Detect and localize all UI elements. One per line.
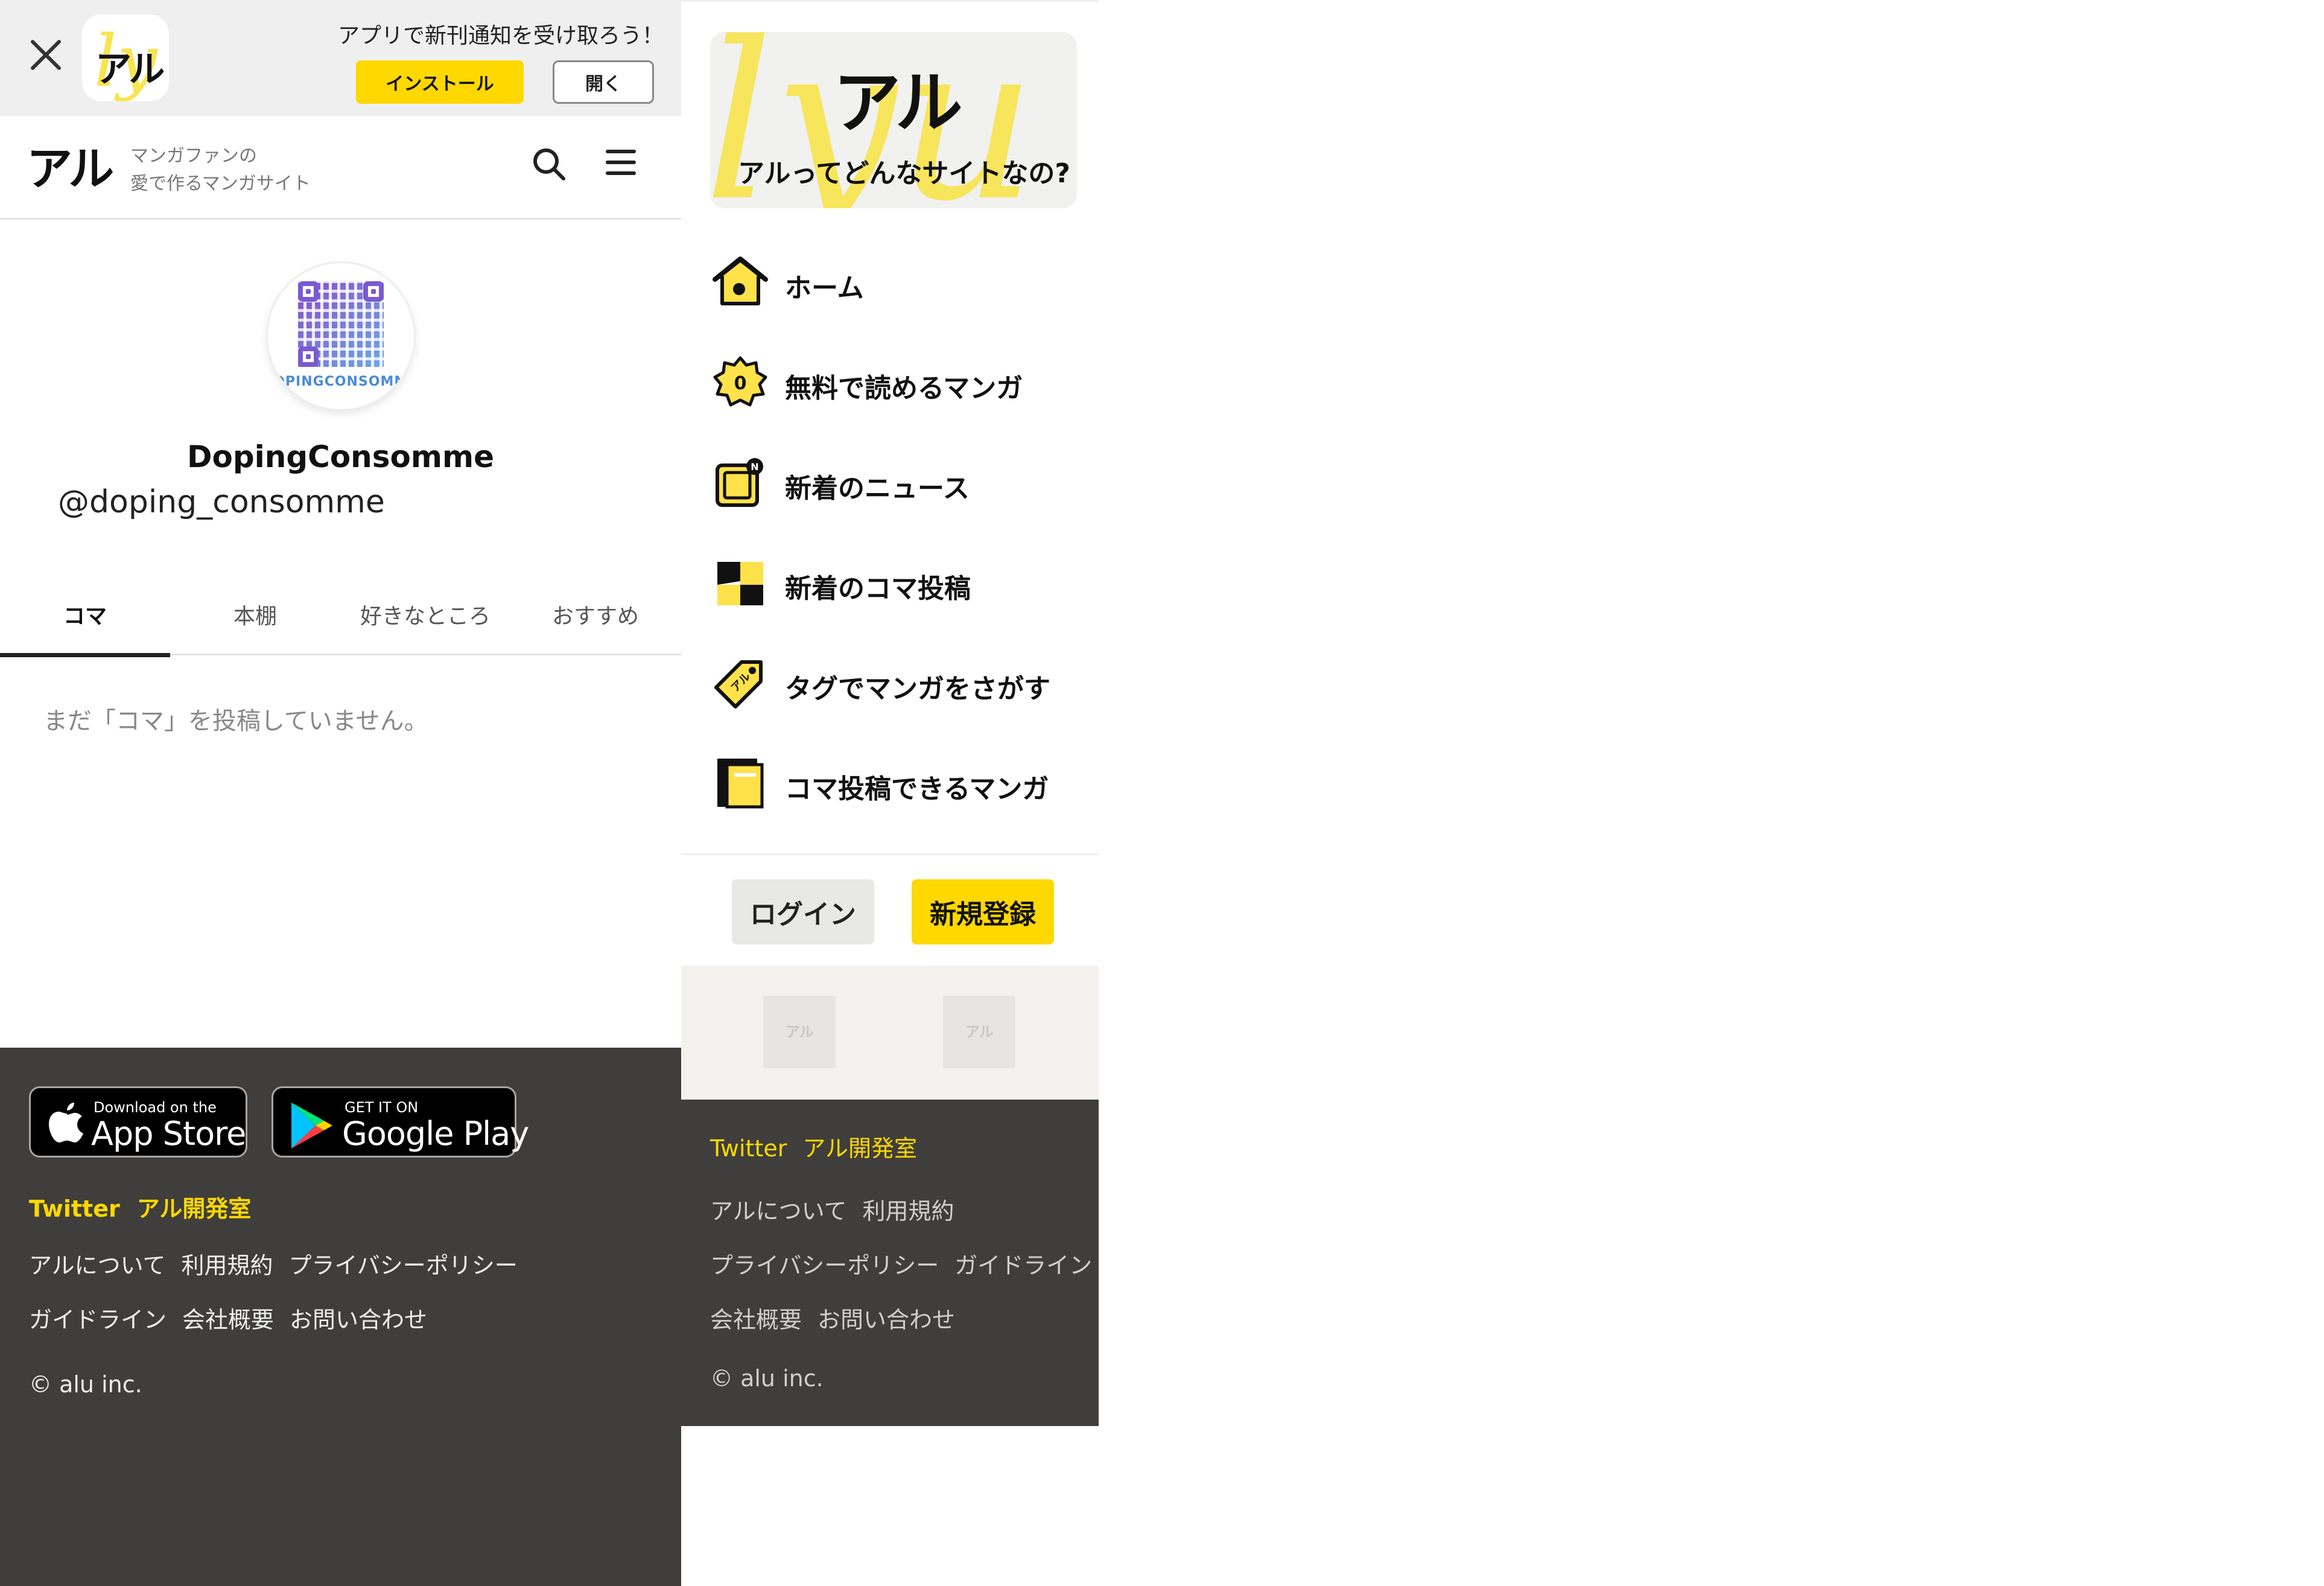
app-store-small-text: Download on the	[94, 1099, 217, 1116]
thumbnail-strip: アル アル	[681, 966, 1099, 1100]
footer-link-dev-room[interactable]: アル開発室	[137, 1196, 252, 1222]
google-play-big-text: Google Play	[342, 1115, 529, 1153]
profile-handle: @doping_consomme	[58, 484, 385, 520]
side-footer-copyright: © alu inc.	[710, 1365, 824, 1392]
side-footer-links-row-1: アルについて 利用規約	[710, 1193, 970, 1226]
qr-finder-pattern	[298, 346, 319, 367]
footer-link-privacy[interactable]: プライバシーポリシー	[289, 1252, 518, 1279]
side-menu-item-news[interactable]: N 新着のニュース	[710, 452, 1084, 518]
footer-link-about[interactable]: アルについて	[29, 1252, 165, 1279]
side-footer-link-twitter[interactable]: Twitter	[710, 1135, 787, 1162]
news-icon: N	[716, 458, 763, 507]
side-menu-label: 無料で読めるマンガ	[785, 373, 1023, 404]
hamburger-menu-icon[interactable]	[606, 147, 636, 177]
tab-bookshelf[interactable]: 本棚	[170, 589, 340, 655]
close-icon[interactable]	[29, 37, 63, 71]
about-card-text: アルってどんなサイトなの?	[738, 158, 1070, 189]
avatar-caption: DPINGCONSOMM	[273, 374, 408, 389]
about-site-card[interactable]: lyu アル アルってどんなサイトなの?	[710, 32, 1077, 208]
footer-link-terms[interactable]: 利用規約	[181, 1252, 273, 1279]
side-footer-link-terms[interactable]: 利用規約	[862, 1198, 954, 1225]
page-footer: Download on the App Store GET IT ON Goog…	[0, 1048, 681, 1586]
side-footer-link-contact[interactable]: お問い合わせ	[818, 1307, 955, 1333]
tag-icon: アル	[714, 660, 763, 709]
tagline-line-1: マンガファンの	[130, 145, 257, 167]
apple-icon	[49, 1103, 83, 1142]
app-icon-mark: アル	[95, 48, 165, 91]
side-menu-label: コマ投稿できるマンガ	[785, 774, 1049, 804]
main-page: ly アル アプリで新刊通知を受け取ろう！ インストール 開く アル マンガファ…	[0, 0, 681, 1586]
side-menu-item-home[interactable]: ホーム	[710, 252, 1084, 318]
footer-social-links: Twitter アル開発室	[29, 1190, 268, 1223]
side-footer-link-guidelines[interactable]: ガイドライン	[954, 1252, 1092, 1279]
search-icon[interactable]	[531, 146, 567, 182]
avatar: DPINGCONSOMM	[268, 263, 414, 409]
side-menu-item-postable-manga[interactable]: コマ投稿できるマンガ	[710, 753, 1084, 819]
side-menu-label: 新着のコマ投稿	[785, 573, 971, 604]
empty-state-message: まだ「コマ」を投稿していません。	[43, 707, 428, 735]
side-footer-link-about[interactable]: アルについて	[710, 1198, 846, 1225]
tab-recommended[interactable]: おすすめ	[510, 589, 681, 655]
footer-links-row-1: アルについて 利用規約 プライバシーポリシー	[29, 1247, 533, 1280]
footer-links-row-2: ガイドライン 会社概要 お問い合わせ	[29, 1301, 443, 1334]
google-play-small-text: GET IT ON	[344, 1099, 419, 1116]
footer-link-guidelines[interactable]: ガイドライン	[29, 1307, 167, 1333]
app-install-banner: ly アル アプリで新刊通知を受け取ろう！ インストール 開く	[0, 0, 681, 116]
tab-favorites[interactable]: 好きなところ	[340, 589, 510, 655]
profile-tabs: コマ 本棚 好きなところ おすすめ	[0, 589, 681, 657]
about-card-logo: アル	[833, 64, 963, 142]
google-play-icon	[291, 1103, 332, 1148]
open-app-button[interactable]: 開く	[553, 60, 654, 104]
app-icon: ly アル	[82, 14, 169, 101]
banner-message: アプリで新刊通知を受け取ろう！	[338, 24, 664, 48]
footer-link-contact[interactable]: お問い合わせ	[290, 1307, 427, 1333]
footer-link-company[interactable]: 会社概要	[182, 1307, 274, 1333]
placeholder-thumbnail[interactable]: アル	[943, 996, 1015, 1068]
qr-finder-pattern	[363, 281, 384, 302]
side-footer-links-row-2: プライバシーポリシー ガイドライン	[710, 1247, 1108, 1280]
side-footer-link-company[interactable]: 会社概要	[710, 1307, 802, 1333]
svg-text:0: 0	[734, 373, 747, 394]
svg-text:N: N	[751, 461, 758, 473]
side-footer-link-dev-room[interactable]: アル開発室	[802, 1135, 917, 1162]
side-menu-item-tag-search[interactable]: アル タグでマンガをさがす	[710, 652, 1084, 719]
side-footer-links-row-3: 会社概要 お問い合わせ	[710, 1301, 971, 1334]
free-badge-icon: 0	[713, 356, 767, 407]
side-menu-item-free-manga[interactable]: 0 無料で読めるマンガ	[710, 352, 1084, 418]
home-icon	[713, 256, 768, 305]
placeholder-thumbnail[interactable]: アル	[763, 996, 836, 1068]
side-menu-label: タグでマンガをさがす	[785, 674, 1050, 704]
site-header: アル マンガファンの 愛で作るマンガサイト	[0, 116, 681, 220]
profile-display-name: DopingConsomme	[186, 439, 495, 474]
qr-finder-pattern	[298, 281, 319, 302]
app-store-badge[interactable]: Download on the App Store	[29, 1086, 247, 1158]
auth-buttons: ログイン 新規登録	[681, 853, 1099, 966]
side-footer-social-links: Twitter アル開発室	[710, 1130, 933, 1163]
side-menu-label: 新着のニュース	[785, 473, 970, 504]
side-menu-footer: Twitter アル開発室 アルについて 利用規約 プライバシーポリシー ガイドライン…	[681, 1100, 1099, 1426]
side-menu: lyu アル アルってどんなサイトなの? ホーム 0 無料で読めるマンガ N 新…	[681, 0, 1099, 1426]
koma-icon	[717, 562, 763, 605]
side-menu-item-koma-posts[interactable]: 新着のコマ投稿	[710, 552, 1084, 619]
tab-koma[interactable]: コマ	[0, 589, 170, 657]
book-icon	[717, 759, 764, 809]
google-play-badge[interactable]: GET IT ON Google Play	[271, 1086, 529, 1158]
tagline-line-2: 愛で作るマンガサイト	[130, 173, 311, 194]
footer-copyright: © alu inc.	[29, 1371, 142, 1398]
app-store-big-text: App Store	[91, 1115, 246, 1153]
side-footer-link-privacy[interactable]: プライバシーポリシー	[710, 1252, 939, 1279]
side-menu-label: ホーム	[785, 273, 864, 304]
login-button[interactable]: ログイン	[732, 879, 874, 944]
site-tagline: マンガファンの 愛で作るマンガサイト	[130, 142, 311, 198]
footer-link-twitter[interactable]: Twitter	[29, 1196, 120, 1222]
signup-button[interactable]: 新規登録	[912, 879, 1054, 944]
site-logo[interactable]: アル	[27, 146, 114, 192]
install-button[interactable]: インストール	[356, 60, 524, 104]
